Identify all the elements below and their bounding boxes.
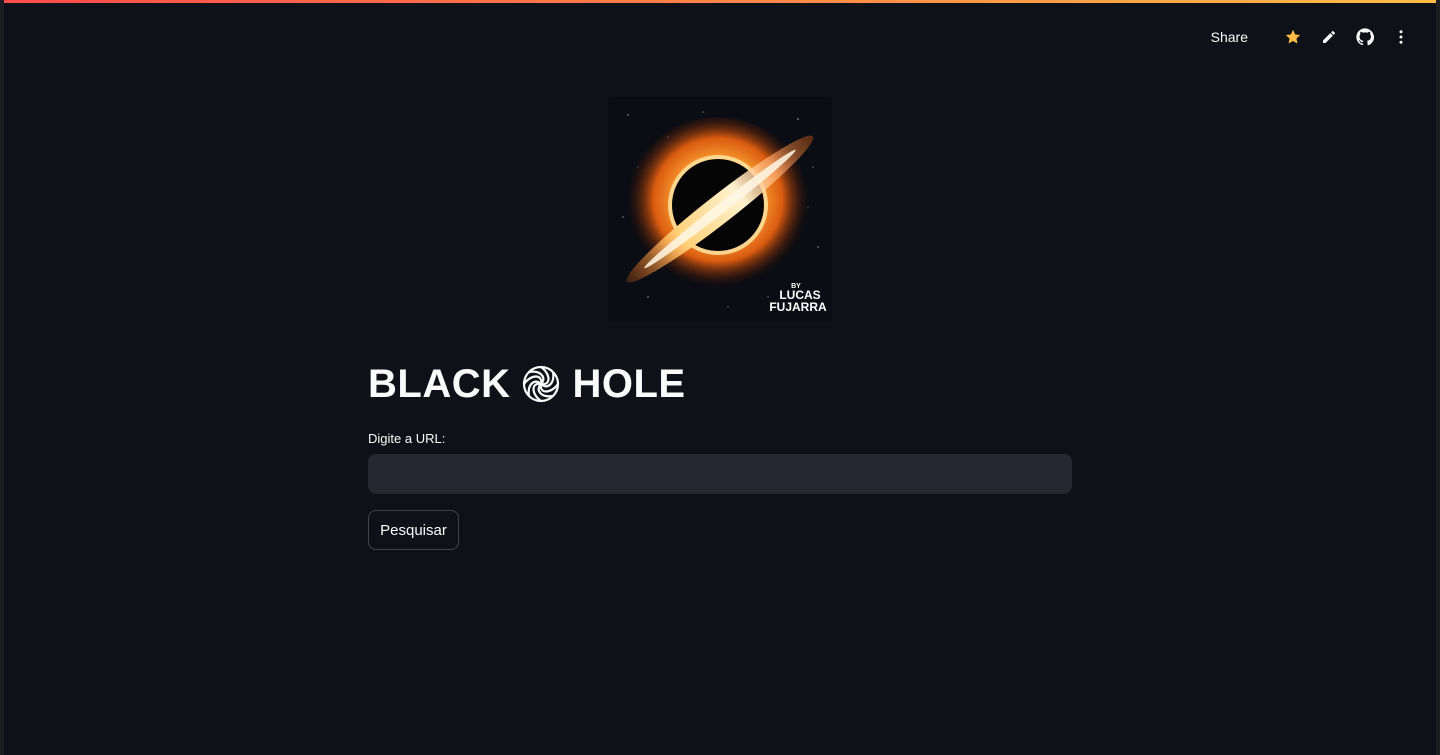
url-input[interactable]: [368, 454, 1072, 494]
search-button[interactable]: Pesquisar: [368, 510, 459, 550]
page-title-left: BLACK: [368, 361, 511, 406]
app-window: Share BY LUCAS FUJARRA BLACK HOLE Digite…: [4, 0, 1436, 755]
black-hole-image: BY LUCAS FUJARRA: [608, 97, 832, 321]
url-label: Digite a URL:: [368, 431, 446, 446]
pencil-icon[interactable]: [1320, 28, 1338, 46]
page-title-right: HOLE: [572, 361, 686, 406]
star-icon[interactable]: [1284, 28, 1302, 46]
spiral-icon: [521, 364, 561, 404]
hero-caption-line2: FUJARRA: [769, 300, 827, 314]
share-button[interactable]: Share: [1211, 29, 1248, 45]
more-vertical-icon[interactable]: [1392, 28, 1410, 46]
github-icon[interactable]: [1356, 28, 1374, 46]
header-toolbar: Share: [1211, 26, 1410, 48]
page-title: BLACK HOLE: [368, 360, 686, 408]
top-decoration-bar: [4, 0, 1436, 3]
